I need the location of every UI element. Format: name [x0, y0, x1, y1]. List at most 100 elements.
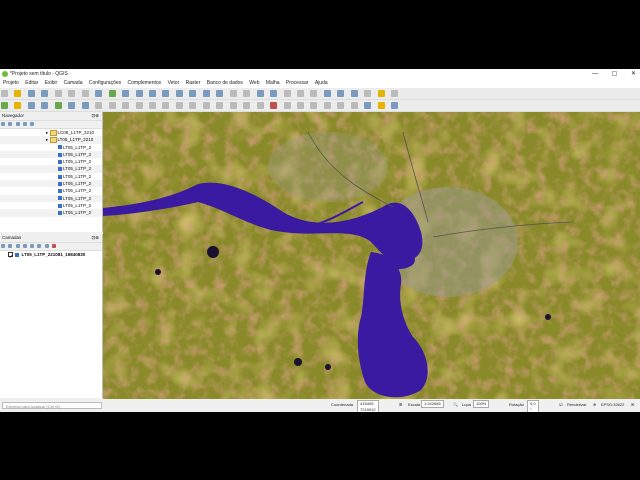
add-vector-icon[interactable] [54, 102, 62, 109]
pin-labels-icon[interactable] [256, 102, 264, 109]
rotation-field[interactable]: 0,0 ° [527, 400, 539, 412]
field-calculator-icon[interactable] [323, 90, 331, 97]
deselect-icon[interactable] [296, 90, 304, 97]
zoom-next-icon[interactable] [216, 90, 224, 97]
vertex-tool-icon[interactable] [148, 102, 156, 109]
change-label-icon[interactable] [310, 102, 318, 109]
menu-camada[interactable]: Camada [64, 80, 83, 86]
layer-item[interactable]: ✓ LT05_L1TP_221081_19840830 [0, 251, 102, 259]
redo-icon[interactable] [229, 102, 237, 109]
layer-checkbox[interactable]: ✓ [8, 252, 13, 259]
navigator-item[interactable]: LT05_L1TP_2 [0, 194, 102, 202]
navigator-item[interactable]: LT05_L1TP_2 [0, 150, 102, 159]
filter-by-expression-icon[interactable] [30, 244, 35, 248]
plugin-icon[interactable] [391, 102, 399, 109]
zoom-layer-icon[interactable] [175, 90, 183, 97]
zoom-selection-icon[interactable] [189, 90, 197, 97]
new-shapefile-icon[interactable] [27, 102, 35, 109]
manage-visibility-icon[interactable] [15, 244, 20, 248]
menu-banco-de-dados[interactable]: Banco de dados [207, 80, 243, 86]
save-as-icon[interactable] [41, 90, 49, 97]
diagram-tool-icon[interactable] [323, 102, 331, 109]
close-button[interactable]: ✕ [631, 71, 636, 77]
paste-features-icon[interactable] [202, 102, 210, 109]
refresh-icon[interactable] [1, 122, 5, 126]
collapse-all-icon[interactable] [44, 244, 49, 248]
add-raster-icon[interactable] [41, 102, 49, 109]
globe-icon[interactable] [364, 102, 372, 109]
properties-icon[interactable] [22, 122, 27, 126]
print-layout-icon[interactable] [54, 90, 62, 97]
menu-processar[interactable]: Processar [286, 80, 309, 86]
menu-exibir[interactable]: Exibir [45, 80, 58, 86]
maximize-button[interactable]: ▢ [612, 71, 618, 77]
scale-field[interactable]: 1:242685 [421, 400, 444, 408]
data-source-manager-icon[interactable] [1, 102, 8, 109]
new-map-view-icon[interactable] [229, 90, 237, 97]
copy-features-icon[interactable] [189, 102, 197, 109]
new-geopackage-icon[interactable] [14, 102, 22, 109]
navigator-item[interactable]: LT05_L1TP_2 [0, 165, 102, 173]
attribute-table-icon[interactable] [310, 90, 318, 97]
navigator-item[interactable]: LT05_L1TP_2 [0, 187, 102, 194]
show-hide-labels-icon[interactable] [337, 102, 345, 109]
style-manager-icon[interactable] [81, 90, 89, 97]
new-project-icon[interactable] [1, 90, 8, 97]
messages-icon[interactable]: ✉ [631, 400, 634, 410]
add-csv-icon[interactable] [68, 102, 76, 109]
pan-to-selection-icon[interactable] [108, 90, 116, 97]
map-canvas[interactable] [103, 112, 640, 399]
undo-icon[interactable] [216, 102, 224, 109]
navigator-item[interactable]: LT05_L1TP_2 [0, 202, 102, 209]
rotate-label-icon[interactable] [296, 102, 304, 109]
save-edits-icon[interactable] [122, 102, 130, 109]
layout-manager-icon[interactable] [68, 90, 76, 97]
identify-icon[interactable] [270, 90, 278, 97]
filter-icon[interactable] [8, 122, 13, 126]
menu-raster[interactable]: Raster [186, 80, 201, 86]
pan-icon[interactable] [95, 90, 103, 97]
move-label-icon[interactable] [283, 102, 291, 109]
navigator-item[interactable]: ▸ LC08_L1TP_2210 [0, 129, 102, 136]
cut-features-icon[interactable] [175, 102, 183, 109]
digitize-icon[interactable] [135, 102, 143, 109]
save-project-icon[interactable] [27, 90, 35, 97]
highlight-labels-icon[interactable] [270, 102, 278, 109]
navigator-item[interactable]: ▸ LT05_L1TP_2210 [0, 136, 102, 144]
menu-complementos[interactable]: Complementos [128, 80, 162, 86]
coordinate-field[interactable]: 415409, 7219912 [357, 400, 379, 412]
collapse-all-icon[interactable] [15, 122, 20, 126]
measure-icon[interactable] [364, 90, 372, 97]
navigator-item[interactable]: LT05_L1TP_2 [0, 173, 102, 180]
open-project-icon[interactable] [14, 90, 22, 97]
annotation-icon[interactable] [377, 90, 385, 97]
menu-web[interactable]: Web [249, 80, 259, 86]
expand-all-icon[interactable] [37, 244, 42, 248]
processing-toolbox-icon[interactable] [337, 90, 345, 97]
add-group-icon[interactable] [8, 244, 13, 248]
select-features-icon[interactable] [283, 90, 291, 97]
navigator-item[interactable]: LT05_L1TP_2 [0, 158, 102, 165]
menu-malha[interactable]: Malha [266, 80, 280, 86]
zoom-full-icon[interactable] [162, 90, 170, 97]
temporal-controller-icon[interactable] [243, 90, 251, 97]
toggle-editing-icon[interactable] [108, 102, 116, 109]
locator-search-input[interactable]: Escreva para localizar (Ctrl+K) [2, 402, 102, 409]
menu-configuracoes[interactable]: Configurações [89, 80, 121, 86]
zoom-rubberband-icon[interactable] [148, 90, 156, 97]
zoom-out-icon[interactable] [135, 90, 143, 97]
help-icon[interactable] [30, 122, 35, 126]
menu-editar[interactable]: Editar [25, 80, 38, 86]
minimize-button[interactable]: — [592, 71, 598, 77]
panel-close-icon[interactable]: ⊡⊗ [91, 112, 99, 120]
menu-vetor[interactable]: Vetor [168, 80, 180, 86]
panel-close-icon[interactable]: ⊡⊗ [91, 234, 99, 242]
label-properties-icon[interactable] [350, 102, 358, 109]
add-wms-icon[interactable] [81, 102, 89, 109]
layer-style-icon[interactable] [1, 244, 5, 248]
remove-layer-icon[interactable] [51, 244, 56, 248]
python-console-icon[interactable] [377, 102, 385, 109]
text-annotation-icon[interactable] [391, 90, 399, 97]
filter-legend-icon[interactable] [22, 244, 27, 248]
delete-selected-icon[interactable] [162, 102, 170, 109]
